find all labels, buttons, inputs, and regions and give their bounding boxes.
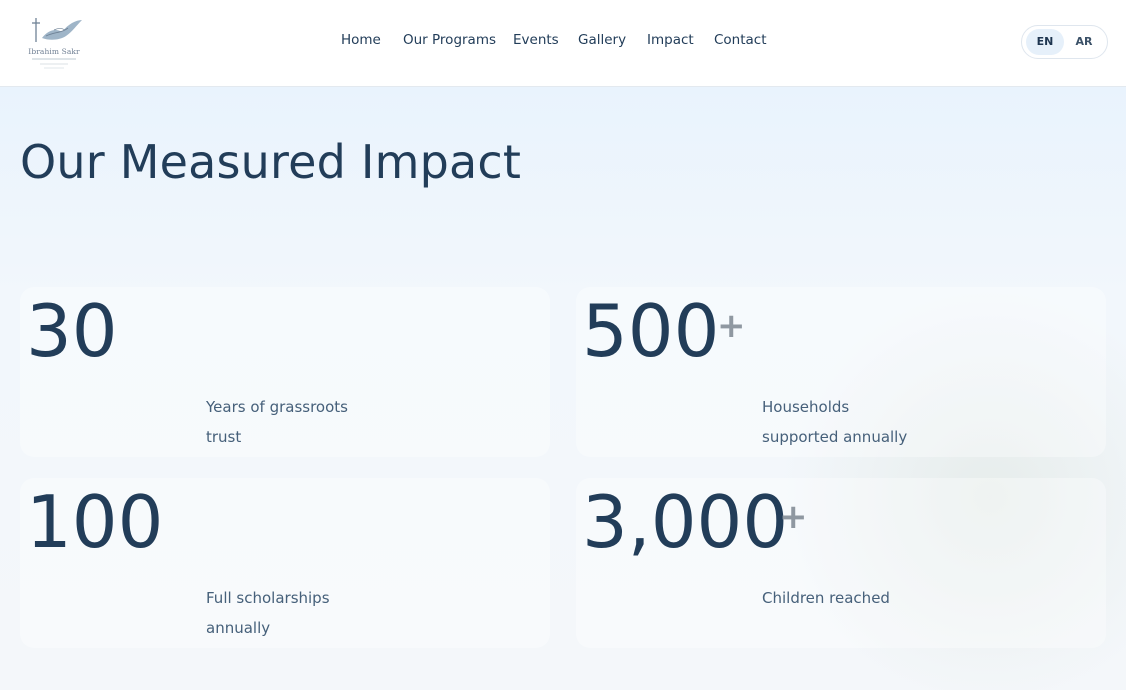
nav-home[interactable]: Home	[341, 32, 381, 48]
stat-card: 500 + Households supported annually	[576, 287, 1106, 457]
stat-label-line: Years of grassroots	[206, 398, 348, 416]
stat-number: 3,000	[582, 480, 789, 564]
stat-label: Households supported annually	[762, 392, 942, 452]
stat-number: 500	[582, 289, 720, 373]
nav-contact[interactable]: Contact	[714, 32, 767, 48]
stat-label-line: Full scholarships	[206, 589, 330, 607]
stat-label: Years of grassroots trust	[206, 392, 386, 452]
nav-events[interactable]: Events	[513, 32, 559, 48]
stat-number: 30	[26, 289, 118, 373]
site-header: Ibrahim Sakr Home Our Programs Events Ga…	[0, 0, 1126, 87]
language-en-button[interactable]: EN	[1026, 29, 1064, 55]
stat-label-line: supported annually	[762, 428, 908, 446]
stat-label-line: Households	[762, 398, 850, 416]
plus-icon: +	[779, 497, 808, 537]
stat-label-line: trust	[206, 428, 242, 446]
stat-card: 3,000 + Children reached	[576, 478, 1106, 648]
stat-label: Full scholarships annually	[206, 583, 386, 643]
nav-our-programs[interactable]: Our Programs	[403, 32, 496, 48]
stat-card: 30 Years of grassroots trust	[20, 287, 550, 457]
page-title: Our Measured Impact	[20, 135, 522, 189]
impact-section: Our Measured Impact 30 Years of grassroo…	[0, 87, 1126, 690]
stat-number: 100	[26, 480, 164, 564]
stat-label-line: Children reached	[762, 589, 890, 607]
stat-label: Children reached	[762, 583, 942, 613]
language-switcher: EN AR	[1021, 25, 1108, 59]
language-ar-button[interactable]: AR	[1065, 29, 1103, 55]
nav-gallery[interactable]: Gallery	[578, 32, 626, 48]
plus-icon: +	[717, 306, 746, 346]
main-nav: Home Our Programs Events Gallery Impact …	[0, 0, 1126, 84]
stat-label-line: annually	[206, 619, 271, 637]
nav-impact[interactable]: Impact	[647, 32, 694, 48]
stat-card: 100 Full scholarships annually	[20, 478, 550, 648]
